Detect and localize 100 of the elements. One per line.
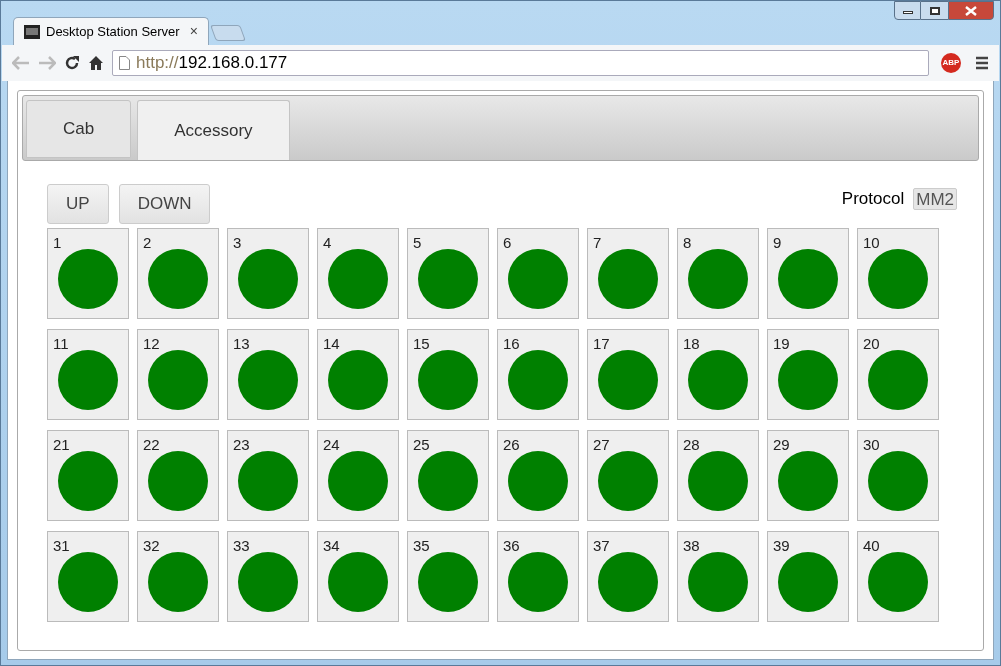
accessory-number: 38 — [683, 537, 701, 554]
accessory-tile[interactable]: 11 — [47, 329, 129, 420]
accessory-number: 27 — [593, 436, 611, 453]
accessory-number: 8 — [683, 234, 693, 251]
accessory-tile[interactable]: 21 — [47, 430, 129, 521]
accessory-tile[interactable]: 7 — [587, 228, 669, 319]
accessory-tile[interactable]: 31 — [47, 531, 129, 622]
url-text: http://192.168.0.177 — [136, 52, 288, 75]
accessory-number: 7 — [593, 234, 603, 251]
accessory-number: 29 — [773, 436, 791, 453]
protocol-value[interactable]: MM2 — [913, 187, 957, 210]
accessory-tile[interactable]: 10 — [857, 228, 939, 319]
accessory-tile[interactable]: 18 — [677, 329, 759, 420]
accessory-tile[interactable]: 35 — [407, 531, 489, 622]
accessory-tile[interactable]: 23 — [227, 430, 309, 521]
accessory-tile[interactable]: 40 — [857, 531, 939, 622]
accessory-number: 37 — [593, 537, 611, 554]
accessory-number: 10 — [863, 234, 881, 251]
accessory-tile[interactable]: 13 — [227, 329, 309, 420]
close-tab-button[interactable]: × — [189, 21, 198, 42]
accessory-tile[interactable]: 36 — [497, 531, 579, 622]
protocol-label: Protocol — [841, 188, 905, 210]
accessory-number: 13 — [233, 335, 251, 352]
accessory-number: 31 — [53, 537, 71, 554]
reload-icon[interactable] — [64, 55, 80, 71]
accessory-number: 17 — [593, 335, 611, 352]
accessory-number: 2 — [143, 234, 153, 251]
accessory-number: 4 — [323, 234, 333, 251]
browser-tab[interactable]: Desktop Station Server × — [13, 17, 209, 45]
accessory-tile[interactable]: 5 — [407, 228, 489, 319]
accessory-number: 3 — [233, 234, 243, 251]
accessory-number: 18 — [683, 335, 701, 352]
accessory-tile[interactable]: 2 — [137, 228, 219, 319]
accessory-number: 9 — [773, 234, 783, 251]
accessory-number: 15 — [413, 335, 431, 352]
address-field[interactable]: http://192.168.0.177 — [112, 50, 929, 76]
accessory-number: 20 — [863, 335, 881, 352]
accessory-number: 21 — [53, 436, 71, 453]
accessory-tile[interactable]: 34 — [317, 531, 399, 622]
accessory-tile[interactable]: 3 — [227, 228, 309, 319]
accessory-tile[interactable]: 25 — [407, 430, 489, 521]
accessory-tile[interactable]: 38 — [677, 531, 759, 622]
page-icon — [119, 56, 130, 70]
accessory-tile[interactable]: 28 — [677, 430, 759, 521]
accessory-tile[interactable]: 8 — [677, 228, 759, 319]
accessory-tile[interactable]: 19 — [767, 329, 849, 420]
accessory-tile[interactable]: 14 — [317, 329, 399, 420]
accessory-number: 39 — [773, 537, 791, 554]
accessory-tile[interactable]: 26 — [497, 430, 579, 521]
accessory-number: 22 — [143, 436, 161, 453]
accessory-number: 16 — [503, 335, 521, 352]
accessory-tile[interactable]: 6 — [497, 228, 579, 319]
accessory-tile[interactable]: 4 — [317, 228, 399, 319]
accessory-number: 12 — [143, 335, 161, 352]
accessory-number: 33 — [233, 537, 251, 554]
accessory-tile[interactable]: 30 — [857, 430, 939, 521]
tab[interactable]: Accessory — [137, 100, 290, 160]
accessory-tile[interactable]: 17 — [587, 329, 669, 420]
accessory-tile[interactable]: 22 — [137, 430, 219, 521]
monitor-icon — [24, 24, 40, 39]
accessory-number: 30 — [863, 436, 881, 453]
accessory-number: 11 — [53, 335, 70, 352]
accessory-tile[interactable]: 39 — [767, 531, 849, 622]
accessory-tile[interactable]: 1 — [47, 228, 129, 319]
accessory-tile[interactable]: 32 — [137, 531, 219, 622]
accessory-tile[interactable]: 33 — [227, 531, 309, 622]
accessory-number: 5 — [413, 234, 423, 251]
maximize-button[interactable] — [921, 1, 948, 20]
close-window-button[interactable] — [948, 1, 994, 20]
menu-icon[interactable] — [975, 56, 989, 70]
accessory-number: 1 — [53, 234, 63, 251]
accessory-tile[interactable]: 37 — [587, 531, 669, 622]
accessory-number: 40 — [863, 537, 881, 554]
tab[interactable]: Cab — [26, 100, 132, 158]
accessory-number: 23 — [233, 436, 251, 453]
accessory-tile[interactable]: 27 — [587, 430, 669, 521]
nav-button[interactable]: UP — [47, 184, 109, 224]
accessory-number: 24 — [323, 436, 341, 453]
close-icon — [965, 5, 977, 16]
accessory-number: 25 — [413, 436, 431, 453]
accessory-tile[interactable]: 15 — [407, 329, 489, 420]
accessory-number: 19 — [773, 335, 791, 352]
accessory-tile[interactable]: 12 — [137, 329, 219, 420]
accessory-number: 28 — [683, 436, 701, 453]
home-icon[interactable] — [88, 55, 104, 71]
accessory-tile[interactable]: 20 — [857, 329, 939, 420]
accessory-number: 34 — [323, 537, 341, 554]
accessory-number: 36 — [503, 537, 521, 554]
accessory-number: 32 — [143, 537, 161, 554]
nav-button[interactable]: DOWN — [118, 184, 211, 224]
accessory-tile[interactable]: 9 — [767, 228, 849, 319]
accessory-number: 26 — [503, 436, 521, 453]
accessory-number: 14 — [323, 335, 341, 352]
tab-title: Desktop Station Server — [46, 22, 180, 41]
accessory-number: 35 — [413, 537, 431, 554]
accessory-tile[interactable]: 29 — [767, 430, 849, 521]
accessory-tile[interactable]: 16 — [497, 329, 579, 420]
adblock-button[interactable]: ABP — [941, 53, 961, 73]
minimize-button[interactable] — [894, 1, 921, 20]
accessory-tile[interactable]: 24 — [317, 430, 399, 521]
